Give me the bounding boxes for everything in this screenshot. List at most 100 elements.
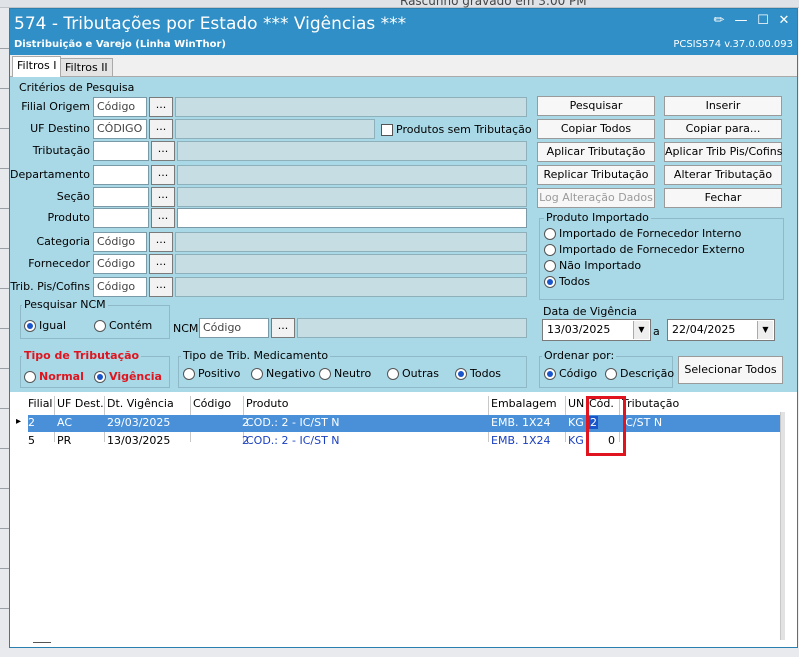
minimize-icon[interactable]: —	[732, 13, 750, 28]
radio-importado-todos[interactable]: Todos	[544, 275, 590, 288]
selecionar-todos-button[interactable]: Selecionar Todos	[678, 356, 783, 384]
trib-pis-cofins-input[interactable]: Código	[93, 277, 147, 297]
radio-ncm-contem[interactable]: Contém	[94, 319, 152, 332]
chevron-down-icon[interactable]: ▼	[757, 321, 773, 339]
uf-destino-label: UF Destino	[30, 122, 90, 135]
data-vigencia-from[interactable]: 13/03/2025 ▼	[542, 319, 651, 341]
col-header-produto[interactable]: Produto	[246, 397, 288, 413]
cell-embalagem: EMB. 1X24	[491, 416, 551, 429]
fornecedor-input[interactable]: Código	[93, 254, 147, 274]
departamento-input[interactable]	[93, 165, 149, 185]
pesquisar-button[interactable]: Pesquisar	[537, 96, 655, 116]
table-row[interactable]: 5 PR 13/03/2025 2 COD.: 2 - IC/ST N EMB.…	[28, 433, 783, 450]
col-header-un[interactable]: UN	[568, 397, 584, 413]
ncm-input[interactable]: Código	[199, 318, 269, 338]
radio-nao-importado[interactable]: Não Importado	[544, 259, 641, 272]
filial-origem-input[interactable]: Código	[93, 97, 147, 117]
trib-pis-cofins-description	[175, 277, 527, 297]
radio-importado-fornecedor-interno[interactable]: Importado de Fornecedor Interno	[544, 227, 741, 240]
radio-label: Igual	[39, 319, 66, 332]
produto-description[interactable]	[177, 208, 527, 228]
radio-importado-fornecedor-externo[interactable]: Importado de Fornecedor Externo	[544, 243, 745, 256]
tributacao-label: Tributação	[32, 144, 90, 157]
log-alteracao-dados-button: Log Alteração Dados	[537, 188, 655, 208]
date-value: 13/03/2025	[547, 323, 611, 336]
window-subtitle: Distribuição e Varejo (Linha WinThor)	[14, 39, 226, 50]
filial-origem-lookup-button[interactable]: ...	[149, 97, 173, 117]
tab-filtros-i[interactable]: Filtros I	[12, 56, 62, 77]
radio-label: Vigência	[109, 370, 162, 383]
radio-tipo-normal[interactable]: Normal	[24, 370, 84, 383]
col-header-tributacao[interactable]: Tributação	[622, 397, 679, 413]
produto-input[interactable]	[93, 208, 149, 228]
trib-pis-cofins-lookup-button[interactable]: ...	[149, 277, 173, 297]
chevron-down-icon[interactable]: ▼	[633, 321, 649, 339]
radio-label: Importado de Fornecedor Interno	[559, 227, 742, 240]
copiar-todos-button[interactable]: Copiar Todos	[537, 119, 655, 139]
tributacao-input[interactable]	[93, 141, 149, 161]
radio-tipo-vigencia[interactable]: Vigência	[94, 370, 162, 383]
secao-lookup-button[interactable]: ...	[151, 187, 175, 207]
radio-med-neutro[interactable]: Neutro	[319, 367, 371, 380]
title-bar[interactable]: 574 - Tributações por Estado *** Vigênci…	[10, 9, 797, 55]
fechar-button[interactable]: Fechar	[664, 188, 782, 208]
col-header-filial[interactable]: Filial	[28, 397, 53, 413]
categoria-label: Categoria	[36, 235, 90, 248]
radio-label: Negativo	[266, 367, 316, 380]
col-header-uf-dest[interactable]: UF Dest.	[57, 397, 104, 413]
edit-icon[interactable]: ✏	[710, 13, 728, 28]
radio-ncm-igual[interactable]: Igual	[24, 319, 66, 332]
ncm-label: NCM	[173, 322, 199, 335]
fornecedor-lookup-button[interactable]: ...	[149, 254, 173, 274]
grid-footer-line	[33, 642, 51, 643]
criteria-section-title: Critérios de Pesquisa	[19, 81, 135, 94]
filial-origem-label: Filial Origem	[21, 100, 90, 113]
col-header-dt-vigencia[interactable]: Dt. Vigência	[107, 397, 174, 413]
produto-lookup-button[interactable]: ...	[151, 208, 175, 228]
cell-un: KG	[568, 416, 584, 429]
col-header-embalagem[interactable]: Embalagem	[491, 397, 557, 413]
categoria-lookup-button[interactable]: ...	[149, 232, 173, 252]
radio-ordenar-codigo[interactable]: Código	[544, 367, 597, 380]
cell-produto: COD.: 2 - IC/ST N	[246, 416, 340, 429]
departamento-lookup-button[interactable]: ...	[151, 165, 175, 185]
radio-ordenar-descricao[interactable]: Descrição	[605, 367, 674, 380]
date-value: 22/04/2025	[672, 323, 736, 336]
radio-med-outras[interactable]: Outras	[387, 367, 439, 380]
cell-embalagem: EMB. 1X24	[491, 434, 551, 447]
aplicar-trib-pis-cofins-button[interactable]: Aplicar Trib Pis/Cofins	[664, 142, 783, 162]
window-title: 574 - Tributações por Estado *** Vigênci…	[14, 14, 407, 34]
ncm-description	[297, 318, 527, 338]
copiar-para-button[interactable]: Copiar para...	[664, 119, 782, 139]
secao-input[interactable]	[93, 187, 149, 207]
ncm-lookup-button[interactable]: ...	[271, 318, 295, 338]
grid-scrollbar[interactable]	[780, 412, 785, 640]
alterar-tributacao-button[interactable]: Alterar Tributação	[664, 165, 782, 185]
table-row[interactable]: 2 AC 29/03/2025 2 COD.: 2 - IC/ST N EMB.…	[28, 415, 783, 432]
cell-filial: 5	[28, 434, 35, 447]
tab-filtros-ii[interactable]: Filtros II	[60, 58, 113, 77]
replicar-tributacao-button[interactable]: Replicar Tributação	[537, 165, 655, 185]
close-icon[interactable]: ✕	[775, 13, 793, 28]
radio-med-negativo[interactable]: Negativo	[251, 367, 315, 380]
tributacao-lookup-button[interactable]: ...	[151, 141, 175, 161]
produtos-sem-tributacao-checkbox[interactable]: Produtos sem Tributação	[381, 123, 532, 136]
departamento-label: Departamento	[10, 168, 91, 181]
categoria-input[interactable]: Código	[93, 232, 147, 252]
trib-pis-cofins-label: Trib. Pis/Cofins	[10, 280, 90, 293]
radio-med-positivo[interactable]: Positivo	[183, 367, 240, 380]
radio-med-todos[interactable]: Todos	[455, 367, 501, 380]
secao-label: Seção	[56, 190, 90, 203]
tab-bar: Filtros I Filtros II	[10, 55, 797, 77]
uf-destino-lookup-button[interactable]: ...	[149, 119, 173, 139]
highlight-box	[586, 396, 626, 456]
background-app-bar: Rascunho gravado em 3:00 PM	[0, 0, 799, 8]
inserir-button[interactable]: Inserir	[664, 96, 782, 116]
col-header-codigo[interactable]: Código	[193, 397, 231, 413]
data-vigencia-to[interactable]: 22/04/2025 ▼	[667, 319, 775, 341]
radio-label: Todos	[470, 367, 502, 380]
uf-destino-input[interactable]: CÓDIGO	[93, 119, 147, 139]
aplicar-tributacao-button[interactable]: Aplicar Tributação	[537, 142, 655, 162]
maximize-icon[interactable]: ☐	[754, 13, 772, 28]
radio-label: Código	[559, 367, 598, 380]
